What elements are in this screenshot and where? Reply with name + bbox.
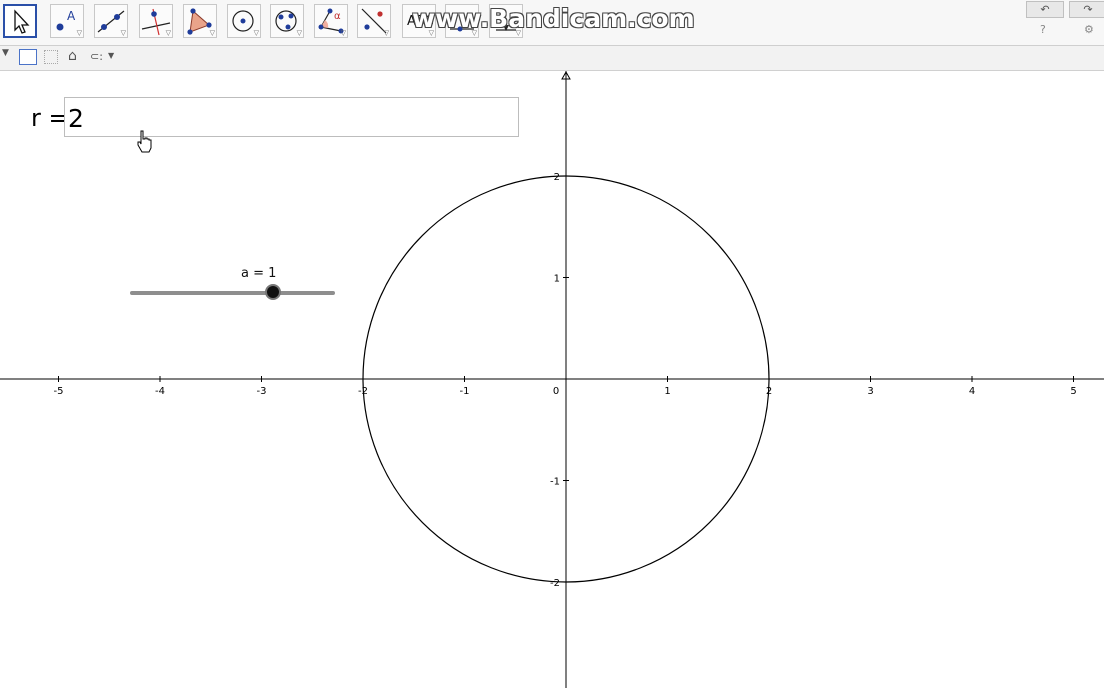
- angle-tool-button[interactable]: α ▽: [314, 4, 348, 38]
- y-tick-label: 2: [554, 172, 560, 183]
- circle-center-point-tool-button[interactable]: ▽: [227, 4, 261, 38]
- collapse-triangle-icon[interactable]: ▼: [2, 48, 9, 58]
- hand-cursor-icon: [137, 130, 152, 153]
- help-icon[interactable]: ?: [1040, 23, 1046, 36]
- dropdown-triangle-icon: ▽: [120, 29, 126, 37]
- dropdown-triangle-icon: ▽: [296, 29, 302, 37]
- dropdown-triangle-icon: ▽: [383, 29, 389, 37]
- move-tool-button[interactable]: [3, 4, 37, 38]
- graphics-view[interactable]: -5 -4 -3 -2 -1 0 1 2 3 4 5 2 1 -1 -2: [0, 70, 1104, 688]
- coordinate-plane[interactable]: -5 -4 -3 -2 -1 0 1 2 3 4 5 21-1-2: [0, 70, 1104, 688]
- dropdown-triangle-icon: ▽: [165, 29, 171, 37]
- angle-alpha-label: α: [334, 11, 341, 22]
- reflect-tool-button[interactable]: ▽: [357, 4, 391, 38]
- x-tick-label: -4: [155, 386, 165, 397]
- dropdown-triangle-icon: ▽: [76, 29, 82, 37]
- redo-icon: ↷: [1083, 3, 1093, 16]
- dropdown-triangle-icon: ▽: [253, 29, 259, 37]
- x-tick-label: 5: [1070, 386, 1076, 397]
- x-tick-label: -3: [257, 386, 267, 397]
- slider-knob[interactable]: [265, 284, 281, 300]
- settings-icon[interactable]: ⚙: [1084, 23, 1094, 36]
- dropdown-triangle-icon: ▽: [209, 29, 215, 37]
- toolbar: A ▽ ▽ ▽ ▽ ▽ ▽ α ▽ ▽ ABC ▽ ▽ ▽ www.Bandic…: [0, 0, 1104, 46]
- x-tick-label: 4: [969, 386, 975, 397]
- y-tick-label: -1: [550, 477, 560, 488]
- input-box[interactable]: 2: [64, 97, 519, 137]
- undo-icon: ↶: [1040, 3, 1050, 16]
- y-tick-label: 1: [554, 274, 560, 285]
- point-capture-dropdown-icon[interactable]: ▼: [108, 51, 114, 60]
- arrow-cursor-icon: [14, 9, 30, 34]
- perpendicular-line-tool-button[interactable]: ▽: [139, 4, 173, 38]
- x-tick-label: 3: [867, 386, 873, 397]
- circle-three-points-tool-button[interactable]: ▽: [270, 4, 304, 38]
- redo-button[interactable]: ↷: [1069, 1, 1104, 18]
- input-box-label: r =: [31, 104, 69, 132]
- undo-button[interactable]: ↶: [1026, 1, 1064, 18]
- point-tool-button[interactable]: A ▽: [50, 4, 84, 38]
- show-grid-icon[interactable]: [44, 50, 58, 64]
- point-capture-icon[interactable]: ⊂:: [90, 50, 103, 63]
- line-tool-button[interactable]: ▽: [94, 4, 128, 38]
- x-tick-label: 0: [553, 386, 559, 397]
- style-bar: ▼ ⌂ ⊂: ▼: [0, 46, 1104, 71]
- slider-track[interactable]: [130, 291, 335, 295]
- home-icon[interactable]: ⌂: [68, 48, 77, 64]
- watermark: www.Bandicam.com: [412, 4, 695, 33]
- show-axes-icon[interactable]: [19, 49, 37, 65]
- dropdown-triangle-icon: ▽: [340, 29, 346, 37]
- x-tick-label: -1: [460, 386, 470, 397]
- slider-label: a = 1: [241, 266, 277, 281]
- x-tick-label: 1: [664, 386, 670, 397]
- input-box-value: 2: [68, 104, 84, 133]
- polygon-tool-button[interactable]: ▽: [183, 4, 217, 38]
- x-tick-label: -5: [54, 386, 64, 397]
- point-tool-letter: A: [67, 9, 76, 23]
- y-tick-label: -2: [550, 578, 560, 589]
